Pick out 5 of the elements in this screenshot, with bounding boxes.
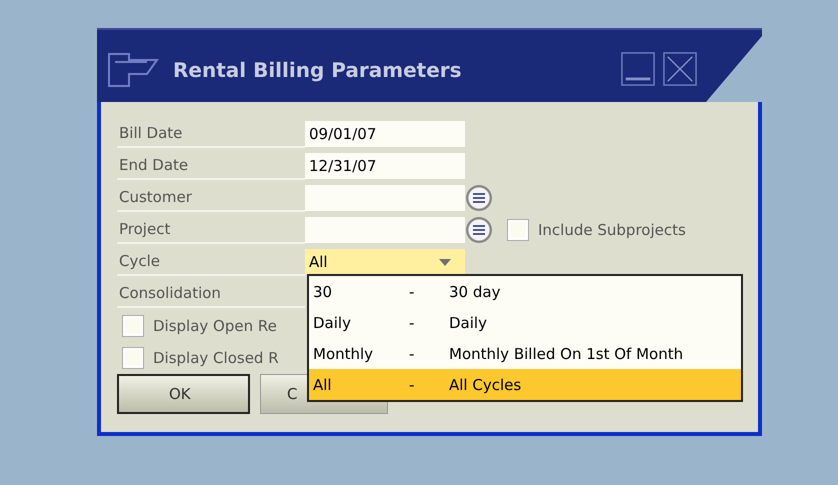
checkbox-label: Include Subprojects xyxy=(538,221,686,239)
field-label: Consolidation xyxy=(117,280,305,308)
window-title: Rental Billing Parameters xyxy=(173,58,462,82)
checkbox-label: Display Closed R xyxy=(153,349,279,367)
checkbox-label: Display Open Re xyxy=(153,317,277,335)
